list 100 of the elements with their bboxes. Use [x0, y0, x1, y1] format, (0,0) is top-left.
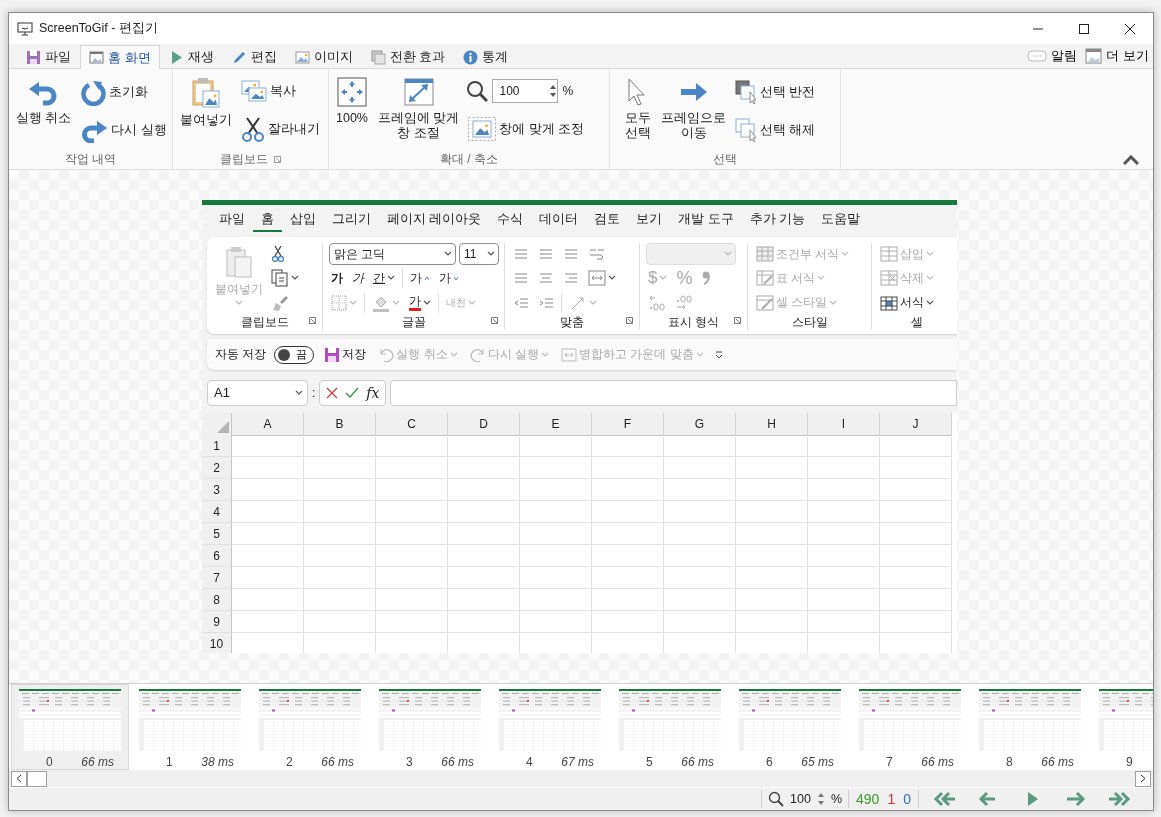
table-cell[interactable]	[376, 611, 448, 633]
table-cell[interactable]	[304, 545, 376, 567]
table-cell[interactable]	[232, 567, 304, 589]
table-cell[interactable]	[232, 479, 304, 501]
table-cell[interactable]	[304, 523, 376, 545]
zoom-value[interactable]: 100	[790, 792, 811, 806]
table-cell[interactable]	[664, 501, 736, 523]
menu-tab[interactable]: 파일	[211, 208, 253, 232]
column-header[interactable]: E	[520, 413, 592, 436]
column-header[interactable]: F	[592, 413, 664, 436]
menu-tab[interactable]: 추가 기능	[741, 208, 814, 232]
table-cell[interactable]	[232, 501, 304, 523]
table-cell[interactable]	[736, 501, 808, 523]
table-cell[interactable]	[304, 567, 376, 589]
table-cell[interactable]	[448, 479, 520, 501]
table-cell[interactable]	[880, 501, 952, 523]
table-cell[interactable]	[376, 567, 448, 589]
table-cell[interactable]	[592, 545, 664, 567]
table-cell[interactable]	[736, 435, 808, 457]
table-cell[interactable]	[880, 435, 952, 457]
table-cell[interactable]	[664, 435, 736, 457]
table-cell[interactable]	[664, 479, 736, 501]
row-header[interactable]: 10	[202, 633, 232, 653]
check-icon[interactable]	[345, 386, 360, 399]
table-cell[interactable]	[448, 545, 520, 567]
row-header[interactable]: 3	[202, 479, 232, 501]
table-cell[interactable]	[448, 589, 520, 611]
table-cell[interactable]	[376, 589, 448, 611]
column-header[interactable]: I	[808, 413, 880, 436]
table-cell[interactable]	[448, 611, 520, 633]
table-cell[interactable]	[592, 501, 664, 523]
reset-button[interactable]: 초기화	[78, 77, 169, 108]
table-cell[interactable]	[304, 479, 376, 501]
tab[interactable]: 파일	[17, 45, 80, 68]
table-cell[interactable]	[304, 611, 376, 633]
table-cell[interactable]	[736, 611, 808, 633]
column-header[interactable]: D	[448, 413, 520, 436]
table-cell[interactable]	[880, 589, 952, 611]
table-cell[interactable]	[592, 611, 664, 633]
table-cell[interactable]	[664, 611, 736, 633]
select-all-button[interactable]: 모두 선택	[622, 73, 654, 149]
table-cell[interactable]	[664, 457, 736, 479]
table-cell[interactable]	[736, 457, 808, 479]
column-header[interactable]: A	[232, 413, 304, 436]
table-cell[interactable]	[520, 501, 592, 523]
table-cell[interactable]	[376, 523, 448, 545]
table-cell[interactable]	[448, 523, 520, 545]
menu-tab[interactable]: 수식	[489, 208, 532, 232]
frame-item[interactable]: 9	[1091, 684, 1153, 770]
font-size-dropdown[interactable]: 11	[459, 243, 499, 266]
tab[interactable]: 전환 효과	[361, 45, 455, 68]
table-cell[interactable]	[376, 479, 448, 501]
table-cell[interactable]	[808, 501, 880, 523]
menu-tab[interactable]: 개발 도구	[670, 208, 742, 232]
font-name-dropdown[interactable]: 맑은 고딕	[329, 243, 456, 266]
shrink-font-button[interactable]: 가	[437, 267, 461, 290]
table-cell[interactable]	[664, 523, 736, 545]
frame-item[interactable]: 2 66 ms	[251, 684, 369, 770]
table-cell[interactable]	[808, 567, 880, 589]
cancel-icon[interactable]	[326, 386, 339, 399]
grow-font-button[interactable]: 가	[408, 267, 432, 290]
table-cell[interactable]	[664, 589, 736, 611]
table-cell[interactable]	[304, 589, 376, 611]
table-cell[interactable]	[880, 611, 952, 633]
fit-window-button[interactable]: 프레임에 맞게 창 조절	[375, 73, 463, 149]
table-cell[interactable]	[448, 501, 520, 523]
header-button[interactable]: 알림	[1023, 45, 1082, 67]
toggle-switch[interactable]: 끔	[274, 345, 315, 364]
table-cell[interactable]	[592, 523, 664, 545]
menu-tab[interactable]: 도움말	[813, 208, 869, 232]
table-cell[interactable]	[808, 545, 880, 567]
tab[interactable]: 편집	[222, 45, 286, 68]
row-header[interactable]: 1	[202, 435, 232, 457]
format-cells-button[interactable]: 서식	[878, 291, 936, 314]
font-color-button[interactable]: 가	[407, 291, 433, 314]
table-cell[interactable]	[592, 479, 664, 501]
column-header[interactable]: J	[880, 413, 952, 436]
column-header[interactable]: C	[376, 413, 448, 436]
copy-button[interactable]	[269, 267, 301, 290]
frame-item[interactable]: 8 66 ms	[971, 684, 1089, 770]
row-header[interactable]: 7	[202, 567, 232, 589]
frame-item[interactable]: 0 66 ms	[11, 684, 129, 770]
cut-button[interactable]: 잘라내기	[239, 114, 322, 144]
menu-tab[interactable]: 홈	[253, 208, 282, 232]
table-cell[interactable]	[520, 589, 592, 611]
table-cell[interactable]	[808, 523, 880, 545]
undo-button[interactable]: 실행 취소	[13, 73, 75, 149]
fit-image-button[interactable]: 창에 맞게 조정	[466, 115, 587, 143]
table-cell[interactable]	[880, 545, 952, 567]
tab[interactable]: 통계	[454, 45, 518, 68]
number-format-dropdown[interactable]	[646, 243, 736, 266]
table-cell[interactable]	[736, 545, 808, 567]
table-cell[interactable]	[232, 589, 304, 611]
table-cell[interactable]	[880, 457, 952, 479]
zoom-field[interactable]: 100	[492, 79, 559, 103]
customize-toolbar-icon[interactable]	[713, 349, 724, 360]
italic-button[interactable]: 가	[350, 267, 366, 290]
tab[interactable]: 홈 화면	[80, 45, 160, 69]
table-cell[interactable]	[520, 545, 592, 567]
table-cell[interactable]	[736, 523, 808, 545]
